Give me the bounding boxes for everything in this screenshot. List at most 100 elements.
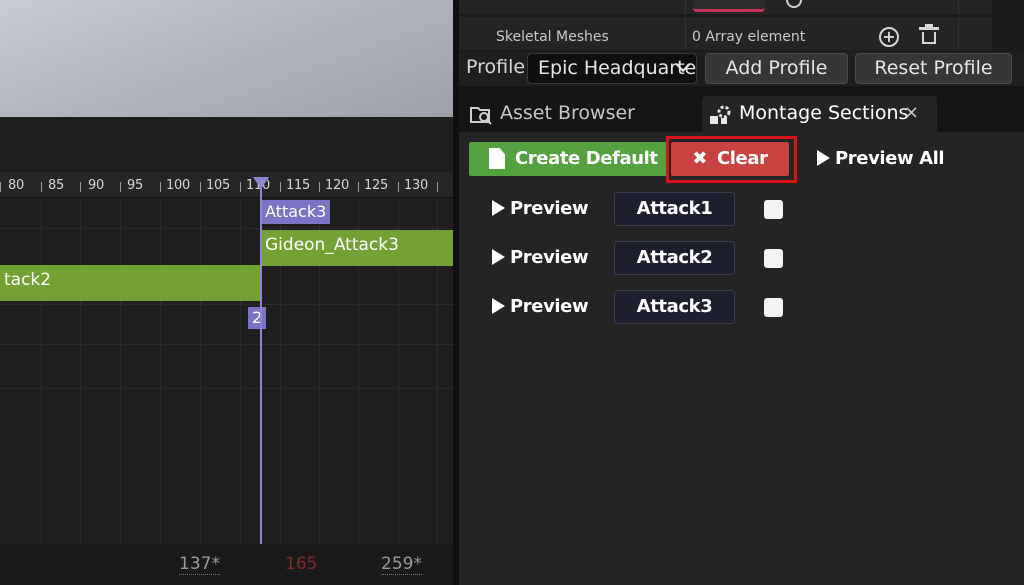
profile-dropdown-value: Epic Headquarters: [538, 57, 697, 79]
section-index-marker[interactable]: 2: [248, 307, 267, 329]
ruler-tick-label: 85: [48, 178, 64, 193]
ruler-tick: [398, 182, 399, 192]
track-separator: [0, 344, 453, 345]
grid-line: [41, 198, 42, 544]
timeline-tracks[interactable]: Attack3 Gideon_Attack3 tack2 2: [0, 198, 453, 544]
frame-current-field[interactable]: 165: [285, 554, 317, 574]
montage-sections-panel: Create Default ✖ Clear Preview All Previ…: [459, 132, 1024, 585]
ruler-tick: [319, 182, 320, 192]
add-element-icon[interactable]: +: [879, 27, 899, 47]
ruler-tick: [160, 182, 161, 192]
playhead[interactable]: [260, 180, 262, 544]
ruler-tick-label: 95: [127, 178, 143, 193]
montage-timeline-panel: 80 85 90 95 100 105 110 115 120 125 130: [0, 0, 453, 585]
details-panel: Skeletal Meshes 0 Array element +: [459, 0, 1024, 52]
close-icon[interactable]: ×: [904, 96, 919, 130]
column-divider: [958, 17, 959, 50]
play-icon: [492, 249, 505, 265]
playhead-handle[interactable]: [253, 177, 269, 189]
anim-clip-gideon-attack3[interactable]: Gideon_Attack3: [261, 230, 453, 266]
ruler-tick: [0, 182, 1, 192]
profile-dropdown[interactable]: Epic Headquarters: [527, 53, 697, 84]
section-name-button[interactable]: Attack3: [614, 290, 735, 324]
right-panel: Skeletal Meshes 0 Array element + Profil…: [459, 0, 1024, 585]
column-divider: [685, 17, 686, 50]
ruler-tick-label: 105: [206, 178, 230, 193]
ruler-tick: [280, 182, 281, 192]
timeline-header-area: [0, 117, 453, 172]
grid-line: [240, 198, 241, 544]
preview-viewport[interactable]: [0, 0, 453, 117]
ruler-tick-label: 100: [166, 178, 190, 193]
preview-label: Preview: [510, 198, 589, 219]
clear-button[interactable]: ✖ Clear: [671, 142, 789, 176]
section-name-button[interactable]: Attack2: [614, 241, 735, 275]
play-icon: [492, 200, 505, 216]
close-x-icon: ✖: [692, 148, 708, 169]
trash-icon[interactable]: [919, 24, 939, 46]
ruler-tick: [437, 182, 438, 192]
section-loop-checkbox[interactable]: [764, 249, 783, 268]
frame-start-field[interactable]: 137*: [179, 554, 220, 575]
tab-montage-sections-label: Montage Sections: [739, 102, 909, 124]
preview-label: Preview: [510, 247, 589, 268]
skeletal-meshes-label: Skeletal Meshes: [496, 29, 609, 45]
preview-all-button[interactable]: Preview All: [817, 146, 945, 172]
profile-row: Profile Epic Headquarters Add Profile Re…: [459, 52, 1024, 86]
ruler-tick-label: 120: [325, 178, 349, 193]
play-icon: [817, 150, 830, 166]
tab-asset-browser-label: Asset Browser: [500, 102, 635, 124]
frame-end-field[interactable]: 259*: [381, 554, 422, 575]
track-separator: [0, 388, 453, 389]
column-divider: [685, 0, 686, 14]
anim-clip-attack2[interactable]: tack2: [0, 265, 260, 301]
details-scrollbar[interactable]: [992, 0, 1024, 52]
tab-montage-sections[interactable]: Montage Sections ×: [702, 96, 937, 132]
color-swatch[interactable]: [693, 0, 765, 12]
section-loop-checkbox[interactable]: [764, 298, 783, 317]
ruler-tick: [120, 182, 121, 192]
ruler-tick-label: 90: [88, 178, 104, 193]
ruler-tick-label: 115: [286, 178, 310, 193]
ruler-tick: [200, 182, 201, 192]
track-separator: [0, 304, 453, 305]
preview-section-button[interactable]: Preview: [492, 245, 589, 271]
ruler-tick: [41, 182, 42, 192]
ruler-tick: [80, 182, 81, 192]
document-icon: [489, 148, 505, 169]
tab-asset-browser[interactable]: Asset Browser: [463, 96, 699, 132]
reset-profile-button[interactable]: Reset Profile: [855, 53, 1012, 84]
grid-line: [200, 198, 201, 544]
section-name-button[interactable]: Attack1: [614, 192, 735, 226]
section-marker-attack3[interactable]: Attack3: [261, 200, 331, 224]
trash-body: [922, 32, 936, 44]
add-profile-button[interactable]: Add Profile: [705, 53, 848, 84]
track-separator: [0, 228, 453, 229]
reset-icon[interactable]: [786, 0, 802, 8]
preview-all-label: Preview All: [835, 148, 945, 169]
ruler-tick: [358, 182, 359, 192]
ruler-tick-label: 125: [364, 178, 388, 193]
section-row: Preview Attack1: [459, 192, 1024, 226]
preview-section-button[interactable]: Preview: [492, 196, 589, 222]
timeline-ruler[interactable]: 80 85 90 95 100 105 110 115 120 125 130: [0, 172, 453, 198]
montage-sections-icon: [710, 105, 731, 124]
detail-row: [459, 0, 992, 14]
timeline-frame-bar: 137* 165 259*: [0, 544, 453, 585]
column-divider: [958, 0, 959, 14]
section-loop-checkbox[interactable]: [764, 200, 783, 219]
preview-section-button[interactable]: Preview: [492, 294, 589, 320]
clear-label: Clear: [716, 148, 768, 169]
skeletal-meshes-value: 0 Array element: [692, 29, 806, 45]
preview-label: Preview: [510, 296, 589, 317]
grid-line: [80, 198, 81, 544]
create-default-button[interactable]: Create Default: [469, 142, 667, 176]
trash-lid: [919, 27, 939, 30]
asset-browser-icon: [470, 107, 492, 125]
create-default-label: Create Default: [515, 148, 658, 169]
tab-bar: Asset Browser Montage Sections ×: [459, 92, 1024, 132]
grid-line: [160, 198, 161, 544]
section-row: Preview Attack3: [459, 290, 1024, 324]
play-icon: [492, 298, 505, 314]
profile-label: Profile: [466, 56, 526, 78]
